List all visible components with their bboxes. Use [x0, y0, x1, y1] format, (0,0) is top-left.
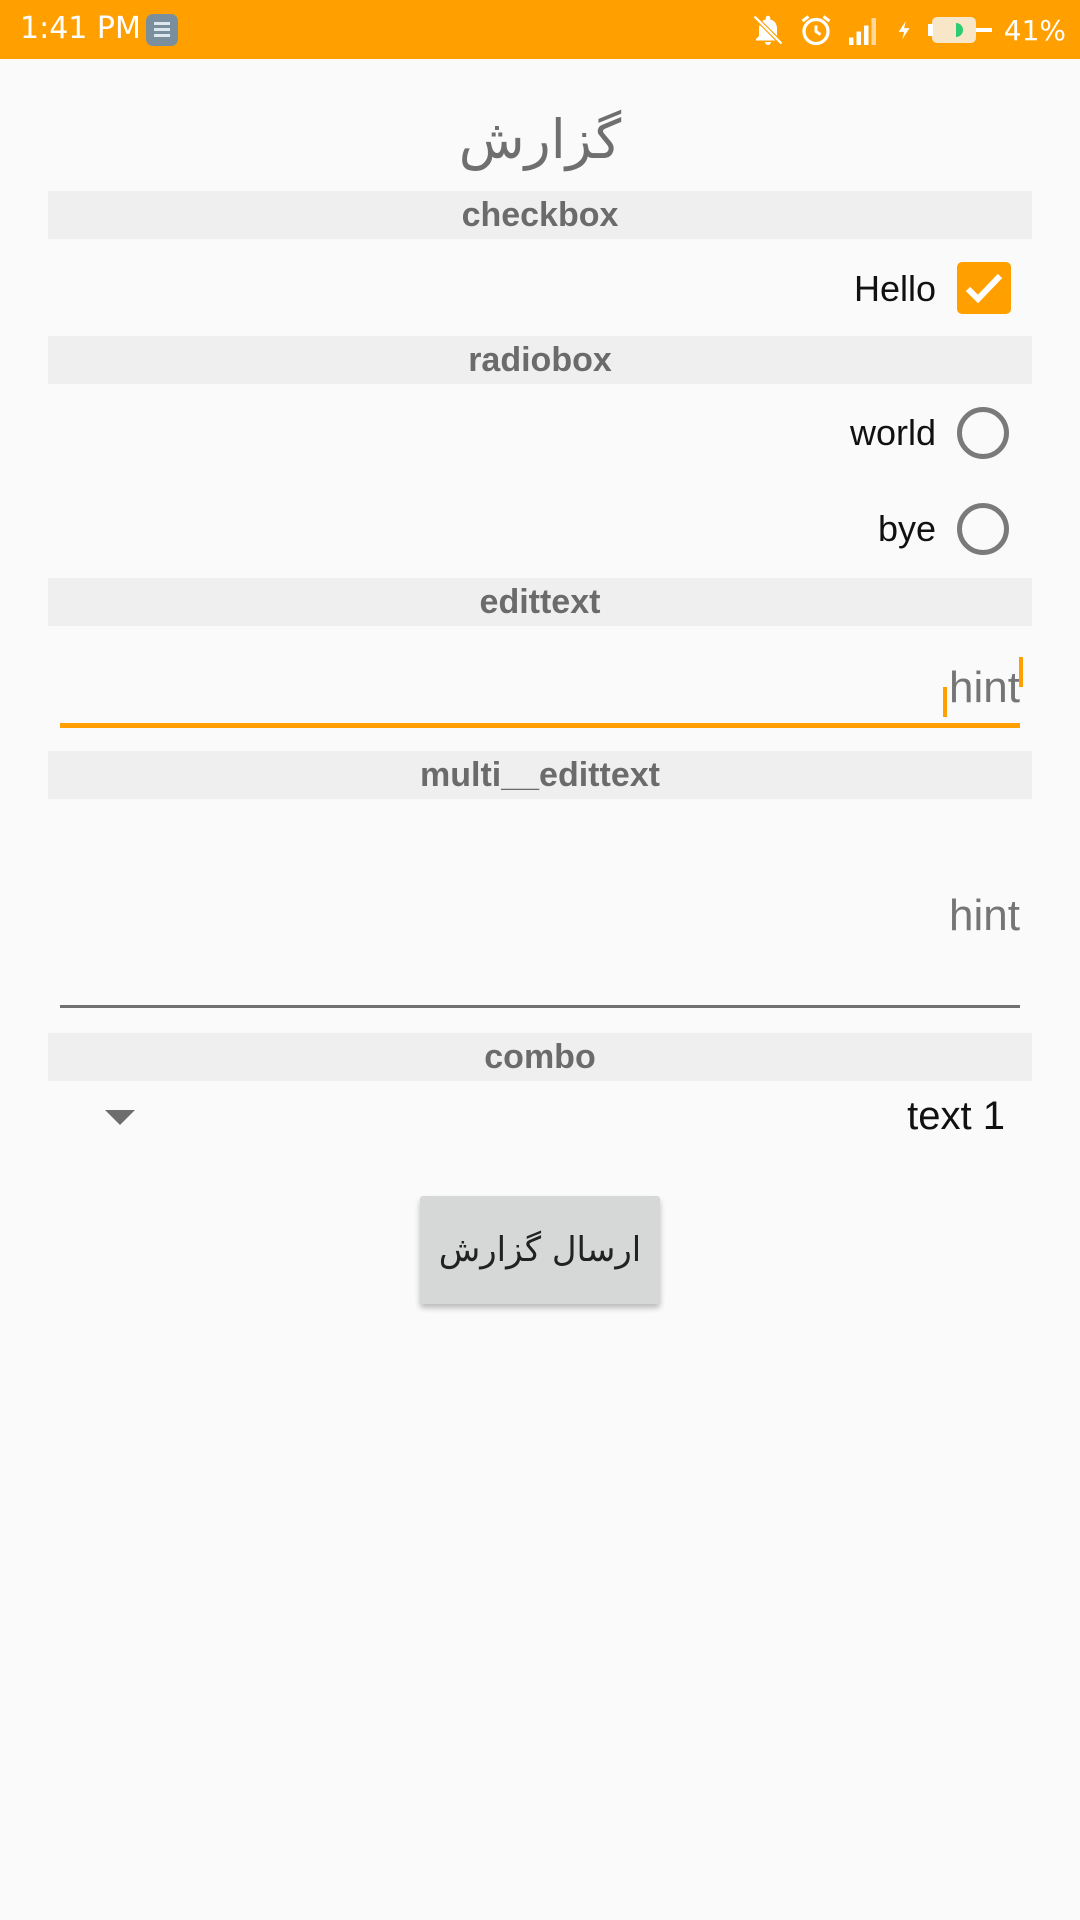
radio-label-world[interactable]: world: [850, 412, 936, 454]
edittext-input[interactable]: [60, 660, 1020, 716]
submit-report-button[interactable]: ارسال گزارش: [420, 1196, 660, 1304]
signal-icon: [848, 18, 876, 45]
checkbox-label[interactable]: Hello: [854, 268, 936, 310]
radio-world[interactable]: [957, 407, 1009, 459]
radio-label-bye[interactable]: bye: [878, 508, 936, 550]
combo-selected-value[interactable]: text 1: [907, 1094, 1005, 1139]
hello-checkbox[interactable]: [957, 262, 1011, 314]
section-header-edittext: edittext: [48, 578, 1032, 626]
text-selection-handle[interactable]: [943, 687, 947, 717]
checkmark-icon: [965, 273, 1003, 304]
app-notification-icon: [146, 14, 178, 46]
status-time: 1:41 PM: [20, 11, 141, 46]
status-bar: 1:41 PM 41%: [0, 0, 1080, 59]
mute-icon: [752, 14, 783, 46]
section-header-radiobox: radiobox: [48, 336, 1032, 384]
dropdown-arrow-icon[interactable]: [105, 1110, 135, 1125]
alarm-icon: [801, 15, 831, 46]
charging-icon: [898, 20, 910, 40]
text-cursor: [1019, 657, 1023, 687]
section-header-multi-edittext: multi__edittext: [48, 751, 1032, 799]
section-header-combo: combo: [48, 1033, 1032, 1081]
battery-percent: 41%: [1003, 13, 1066, 47]
page-title: گزارش: [458, 108, 622, 171]
radio-bye[interactable]: [957, 503, 1009, 555]
edittext-underline: [60, 723, 1020, 728]
status-icons: 41%: [750, 8, 1066, 52]
battery-icon: [927, 17, 992, 43]
multi-edittext-underline: [60, 1005, 1020, 1008]
multi-edittext-input[interactable]: [60, 888, 1020, 944]
section-header-checkbox: checkbox: [48, 191, 1032, 239]
